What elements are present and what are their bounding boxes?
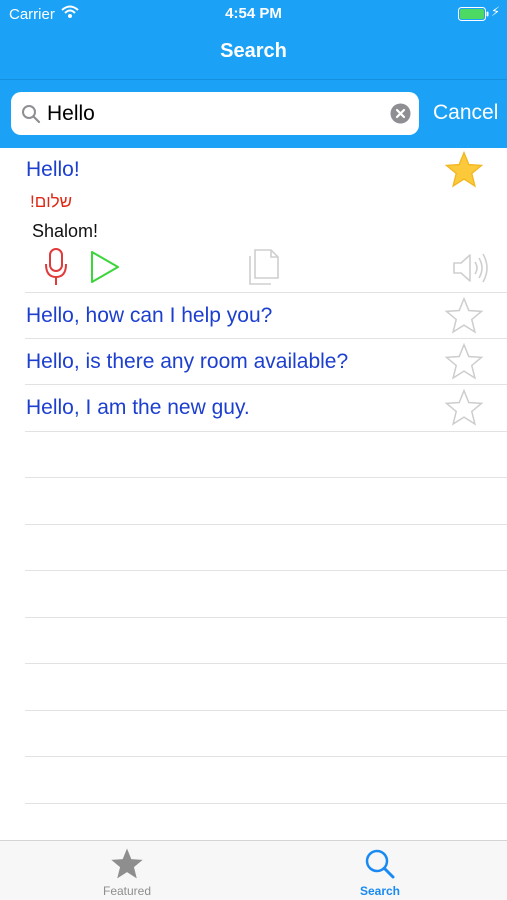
microphone-icon[interactable] xyxy=(43,247,69,287)
tab-search-label: Search xyxy=(359,884,401,898)
tab-bar: Featured Search xyxy=(0,840,507,900)
empty-row-divider xyxy=(25,756,507,757)
battery-icon xyxy=(458,7,489,21)
empty-row-divider xyxy=(25,617,507,618)
empty-row-divider xyxy=(25,477,507,478)
phrase-text[interactable]: Hello, I am the new guy. xyxy=(26,396,250,420)
empty-row-divider xyxy=(25,803,507,804)
status-time: 4:54 PM xyxy=(225,5,282,22)
hebrew-translation: שלום! xyxy=(30,192,73,211)
phrase-text[interactable]: Hello, is there any room available? xyxy=(26,350,348,374)
row-divider xyxy=(25,292,507,293)
empty-row-divider xyxy=(25,524,507,525)
transliteration-text: Shalom! xyxy=(32,221,99,241)
search-field[interactable] xyxy=(11,92,419,135)
phrase-text[interactable]: Hello, how can I help you? xyxy=(26,304,272,328)
cancel-button[interactable]: Cancel xyxy=(433,101,498,125)
row-divider xyxy=(25,431,507,432)
star-outline-icon[interactable] xyxy=(444,297,484,335)
empty-row-divider xyxy=(25,710,507,711)
header-bar: Carrier 4:54 PM ⚡ Search Cancel xyxy=(0,0,507,148)
clear-icon[interactable] xyxy=(390,103,411,124)
search-icon xyxy=(22,105,41,124)
page-title: Search xyxy=(220,40,287,62)
phrase-text[interactable]: Hello! xyxy=(26,158,80,182)
play-icon[interactable] xyxy=(89,250,121,284)
magnifier-icon xyxy=(365,849,395,879)
header-divider xyxy=(0,79,507,80)
empty-row-divider xyxy=(25,663,507,664)
star-outline-icon[interactable] xyxy=(444,389,484,427)
speaker-icon[interactable] xyxy=(452,252,492,284)
star-filled-icon[interactable] xyxy=(444,151,484,189)
copy-icon[interactable] xyxy=(247,248,281,286)
search-input[interactable] xyxy=(47,98,377,129)
status-bar: Carrier 4:54 PM ⚡ xyxy=(0,0,507,28)
charging-icon: ⚡ xyxy=(491,4,501,19)
tab-featured-label: Featured xyxy=(102,884,152,898)
star-icon xyxy=(111,848,143,879)
empty-row-divider xyxy=(25,570,507,571)
row-divider xyxy=(25,338,507,339)
row-divider xyxy=(25,384,507,385)
star-outline-icon[interactable] xyxy=(444,343,484,381)
